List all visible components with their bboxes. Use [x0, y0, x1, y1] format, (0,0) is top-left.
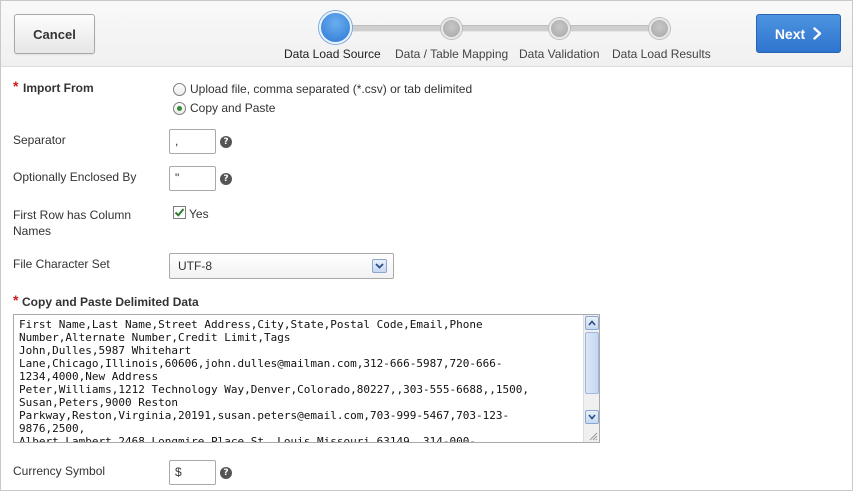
required-indicator: * — [13, 292, 19, 308]
next-button-label: Next — [774, 25, 806, 42]
radio-option-copy-paste[interactable]: Copy and Paste — [173, 101, 275, 115]
paste-data-textarea[interactable]: First Name,Last Name,Street Address,City… — [13, 314, 600, 443]
enclosed-by-label: Optionally Enclosed By — [13, 170, 137, 184]
wizard-header: Cancel Data Load Source Data / Table Map… — [1, 1, 852, 67]
first-row-checkbox[interactable] — [173, 206, 186, 219]
step-label: Data / Table Mapping — [395, 47, 509, 61]
radio-label: Upload file, comma separated (*.csv) or … — [190, 82, 473, 96]
step-label: Data Load Source — [284, 47, 381, 61]
chevron-right-icon — [813, 27, 822, 40]
step-indicator-data-table-mapping — [441, 18, 462, 39]
charset-label: File Character Set — [13, 257, 110, 271]
step-indicator-data-validation — [549, 18, 570, 39]
chevron-down-icon[interactable] — [372, 259, 387, 273]
separator-input[interactable]: , — [169, 129, 216, 154]
radio-label: Copy and Paste — [190, 101, 276, 115]
radio-button[interactable] — [173, 101, 186, 115]
currency-label: Currency Symbol — [13, 464, 106, 478]
charset-select[interactable]: UTF-8 — [169, 253, 394, 279]
first-row-label: First Row has Column Names — [13, 208, 132, 238]
step-label: Data Validation — [519, 47, 600, 61]
cancel-button[interactable]: Cancel — [14, 14, 95, 54]
scrollbar-thumb[interactable] — [585, 332, 599, 394]
step-indicator-data-load-source — [319, 11, 352, 44]
enclosed-by-input[interactable]: " — [169, 166, 216, 191]
textarea-scrollbar[interactable] — [583, 315, 599, 442]
import-from-label: Import From — [23, 81, 94, 95]
help-icon[interactable]: ? — [220, 467, 232, 479]
help-icon[interactable]: ? — [220, 173, 232, 185]
step-label: Data Load Results — [612, 47, 711, 61]
checkmark-icon — [174, 208, 185, 217]
paste-data-text: First Name,Last Name,Street Address,City… — [19, 318, 529, 443]
next-button[interactable]: Next — [756, 14, 841, 53]
help-icon[interactable]: ? — [220, 136, 232, 148]
charset-value: UTF-8 — [178, 259, 212, 273]
scroll-down-icon[interactable] — [585, 410, 599, 424]
step-indicator-data-load-results — [649, 18, 670, 39]
scroll-up-icon[interactable] — [585, 316, 599, 330]
separator-label: Separator — [13, 133, 66, 147]
currency-input[interactable]: $ — [169, 460, 216, 485]
first-row-option-label: Yes — [189, 207, 209, 221]
radio-button[interactable] — [173, 82, 186, 96]
resize-grip-icon[interactable] — [589, 432, 598, 441]
radio-option-upload-file[interactable]: Upload file, comma separated (*.csv) or … — [173, 82, 472, 96]
wizard-progress-line — [336, 25, 662, 32]
paste-data-label: Copy and Paste Delimited Data — [22, 295, 199, 309]
required-indicator: * — [13, 78, 19, 94]
